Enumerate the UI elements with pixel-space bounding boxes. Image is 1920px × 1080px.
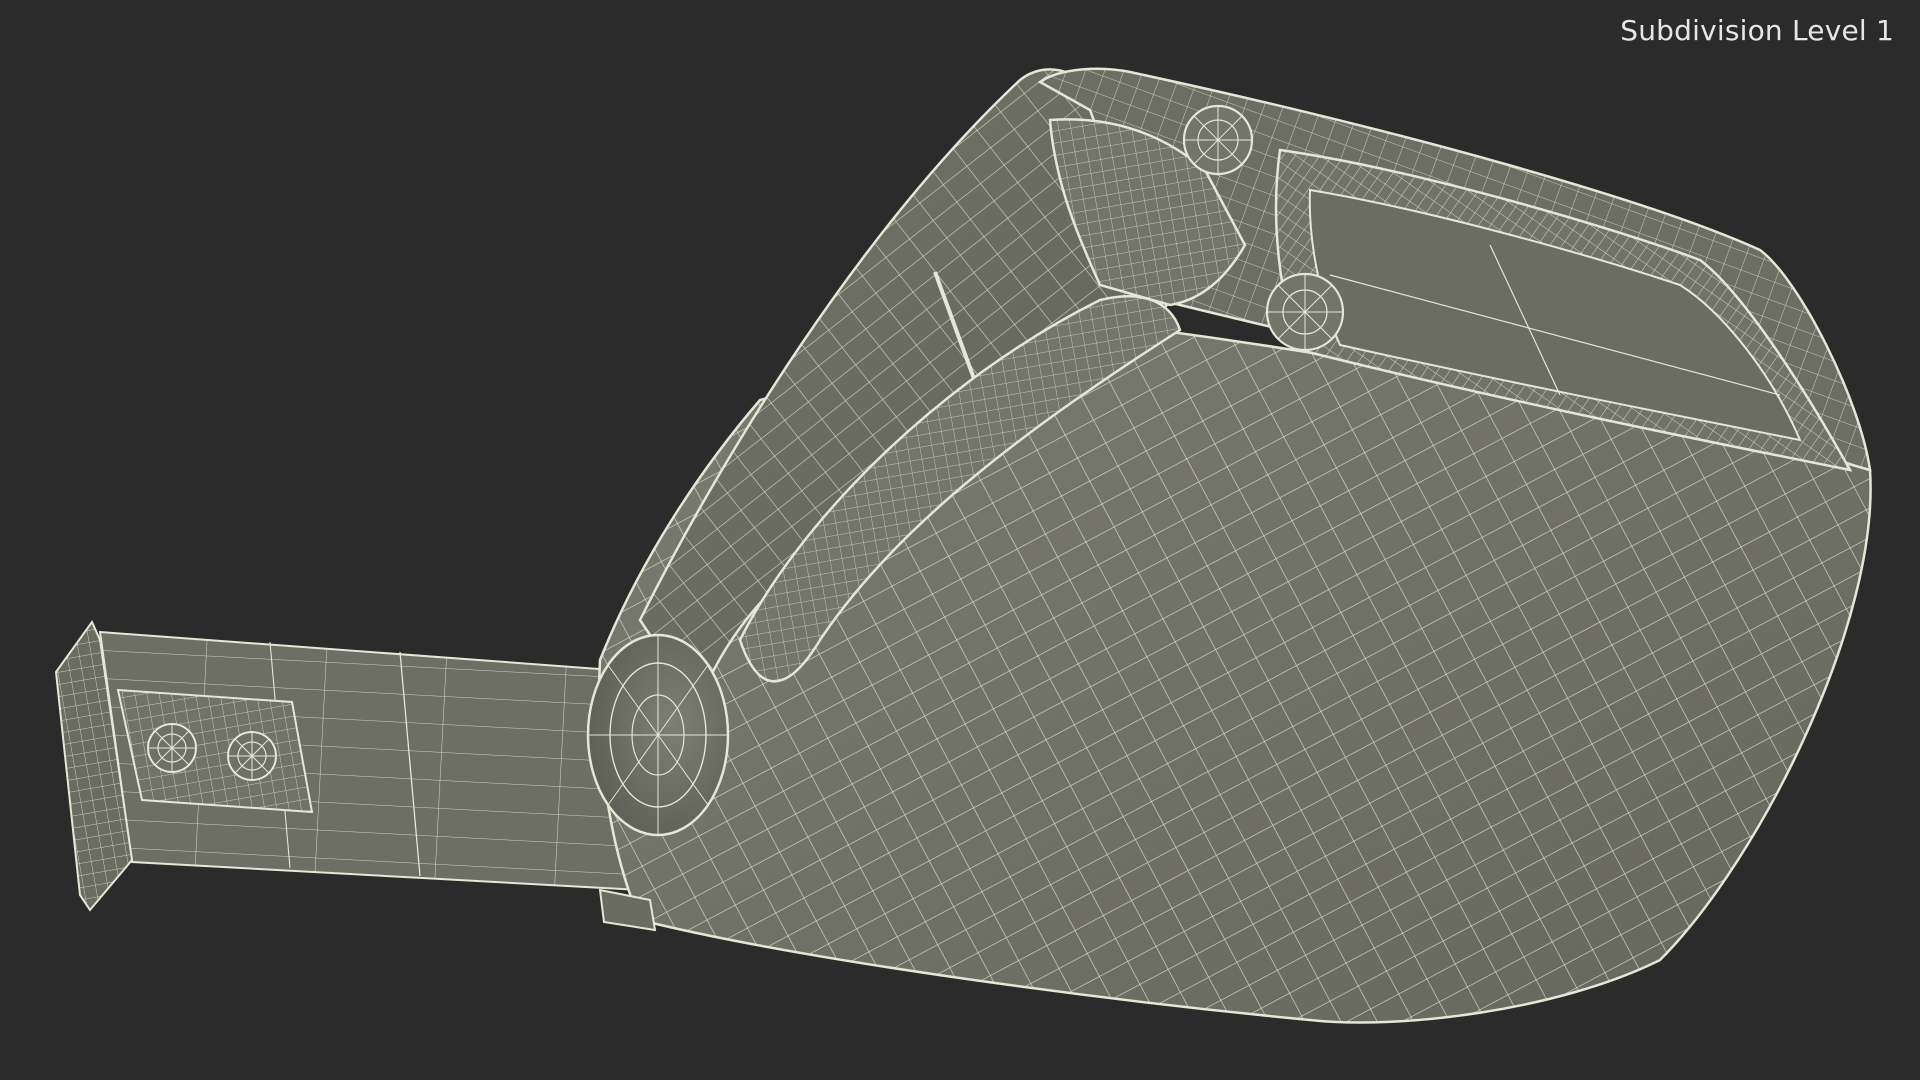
screw-icon bbox=[1265, 272, 1345, 352]
tape-measure-wireframe-render bbox=[54, 67, 1872, 1024]
render-viewport: Subdivision Level 1 bbox=[0, 0, 1920, 1080]
rivet-icon bbox=[147, 723, 197, 773]
screw-icon bbox=[1182, 104, 1254, 176]
subdivision-level-label: Subdivision Level 1 bbox=[1620, 14, 1894, 47]
rivet-icon bbox=[227, 731, 277, 781]
tape-exit-spool bbox=[586, 633, 730, 837]
